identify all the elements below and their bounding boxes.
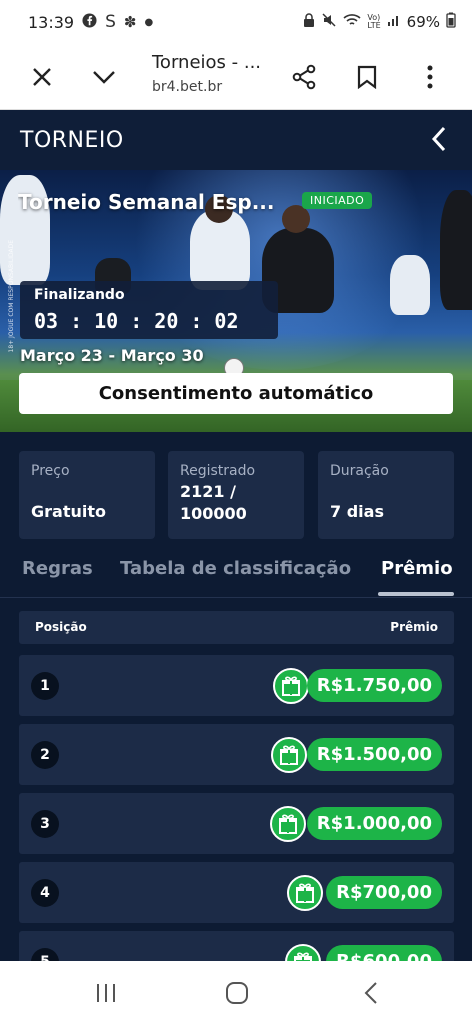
- price-label: Preço: [31, 463, 70, 479]
- prize-table-header: Posição Prêmio: [19, 611, 454, 644]
- table-row: 4 R$700,00: [19, 862, 454, 923]
- url-block[interactable]: Torneios - ... br4.bet.br: [152, 52, 261, 95]
- lock-icon: [303, 12, 315, 32]
- countdown-days: 03: [34, 309, 59, 333]
- player-figure: [390, 255, 430, 315]
- countdown-minutes: 20: [154, 309, 179, 333]
- table-row: 3 R$1.000,00: [19, 793, 454, 854]
- battery-icon: [446, 12, 456, 32]
- table-row: 1 R$1.750,00: [19, 655, 454, 716]
- more-options-button[interactable]: [408, 55, 452, 99]
- price-card: Preço Gratuito: [19, 451, 155, 539]
- registered-max: 100000: [180, 504, 247, 523]
- duration-value: 7 dias: [330, 502, 384, 521]
- status-badge: INICIADO: [302, 192, 373, 209]
- tab-rules[interactable]: Regras: [22, 558, 93, 579]
- back-button[interactable]: [424, 124, 454, 154]
- registered-label: Registrado: [180, 463, 256, 479]
- page-header: TORNEIO: [0, 110, 472, 170]
- prize-amount: R$1.000,00: [306, 807, 442, 840]
- page-title: TORNEIO: [20, 128, 124, 153]
- tab-prize[interactable]: Prêmio: [381, 558, 453, 579]
- status-time: 13:39: [28, 12, 75, 32]
- chevron-left-icon: [431, 126, 446, 152]
- bookmark-button[interactable]: [345, 55, 389, 99]
- auto-consent-button[interactable]: Consentimento automático: [19, 373, 453, 414]
- volte-icon: Vo) LTE: [367, 13, 381, 30]
- rank-badge: 1: [31, 672, 59, 700]
- countdown-label: Finalizando: [34, 287, 125, 303]
- active-tab-indicator: [378, 592, 454, 596]
- close-icon: [33, 68, 51, 86]
- countdown-separator: :: [130, 309, 143, 333]
- gift-icon: [270, 806, 306, 842]
- price-value: Gratuito: [31, 502, 106, 521]
- player-head: [282, 205, 310, 233]
- gift-icon: [287, 875, 323, 911]
- page-tab-title: Torneios - ...: [152, 52, 262, 73]
- player-figure: [440, 190, 472, 310]
- rank-badge: 2: [31, 741, 59, 769]
- duration-label: Duração: [330, 463, 389, 479]
- recents-icon: [97, 984, 115, 1002]
- page-domain: br4.bet.br: [152, 79, 223, 95]
- battery-level: 69%: [406, 13, 440, 31]
- rank-badge: 3: [31, 810, 59, 838]
- tournament-tabs: Regras Tabela de classificação Prêmio: [0, 552, 472, 598]
- tabs-divider: [0, 597, 472, 598]
- countdown-timer: 03 : 10 : 20 : 02: [34, 309, 239, 333]
- countdown-separator: :: [70, 309, 83, 333]
- minimize-button[interactable]: [82, 55, 126, 99]
- prize-amount: R$1.500,00: [306, 738, 442, 771]
- prize-amount: R$1.750,00: [306, 669, 442, 702]
- mute-icon: [321, 12, 337, 32]
- more-vertical-icon: [427, 65, 433, 89]
- duration-card: Duração 7 dias: [318, 451, 454, 539]
- column-position: Posição: [35, 620, 87, 634]
- share-icon: [292, 64, 316, 90]
- wifi-icon: [343, 13, 361, 31]
- column-prize: Prêmio: [390, 620, 438, 634]
- skype-icon: S: [105, 12, 116, 32]
- registered-count: 2121 /: [180, 482, 236, 501]
- gift-icon: [271, 737, 307, 773]
- tournament-title: Torneio Semanal Esp...: [18, 190, 275, 214]
- close-tab-button[interactable]: [20, 55, 64, 99]
- browser-toolbar: Torneios - ... br4.bet.br: [0, 44, 472, 110]
- system-back-button[interactable]: [356, 979, 386, 1007]
- system-nav-bar: [0, 961, 472, 1024]
- rank-badge: 4: [31, 879, 59, 907]
- signal-icon: [387, 13, 401, 31]
- back-icon: [364, 982, 377, 1004]
- pinwheel-icon: ✽: [123, 13, 137, 31]
- recents-button[interactable]: [91, 979, 121, 1007]
- registered-card: Registrado 2121 / 100000: [168, 451, 304, 539]
- status-bar: 13:39 S ✽ ● Vo) LTE 69%: [0, 0, 472, 44]
- countdown-seconds: 02: [214, 309, 239, 333]
- tab-leaderboard[interactable]: Tabela de classificação: [120, 558, 351, 579]
- chevron-down-icon: [93, 71, 115, 84]
- table-row: 2 R$1.500,00: [19, 724, 454, 785]
- date-range: Março 23 - Março 30: [20, 346, 204, 365]
- countdown-separator: :: [190, 309, 203, 333]
- home-button[interactable]: [222, 979, 252, 1007]
- home-icon: [226, 982, 248, 1004]
- responsible-gaming-text: 18+ JOGUE COM RESPONSABILIDADE: [8, 240, 15, 353]
- prize-amount: R$700,00: [326, 876, 442, 909]
- gift-icon: [273, 668, 309, 704]
- countdown-box: Finalizando 03 : 10 : 20 : 02: [20, 281, 278, 339]
- facebook-icon: [82, 12, 97, 32]
- share-button[interactable]: [282, 55, 326, 99]
- countdown-hours: 10: [94, 309, 119, 333]
- dot-icon: ●: [144, 16, 154, 28]
- bookmark-icon: [357, 65, 377, 89]
- registered-value: 2121 / 100000: [180, 481, 292, 525]
